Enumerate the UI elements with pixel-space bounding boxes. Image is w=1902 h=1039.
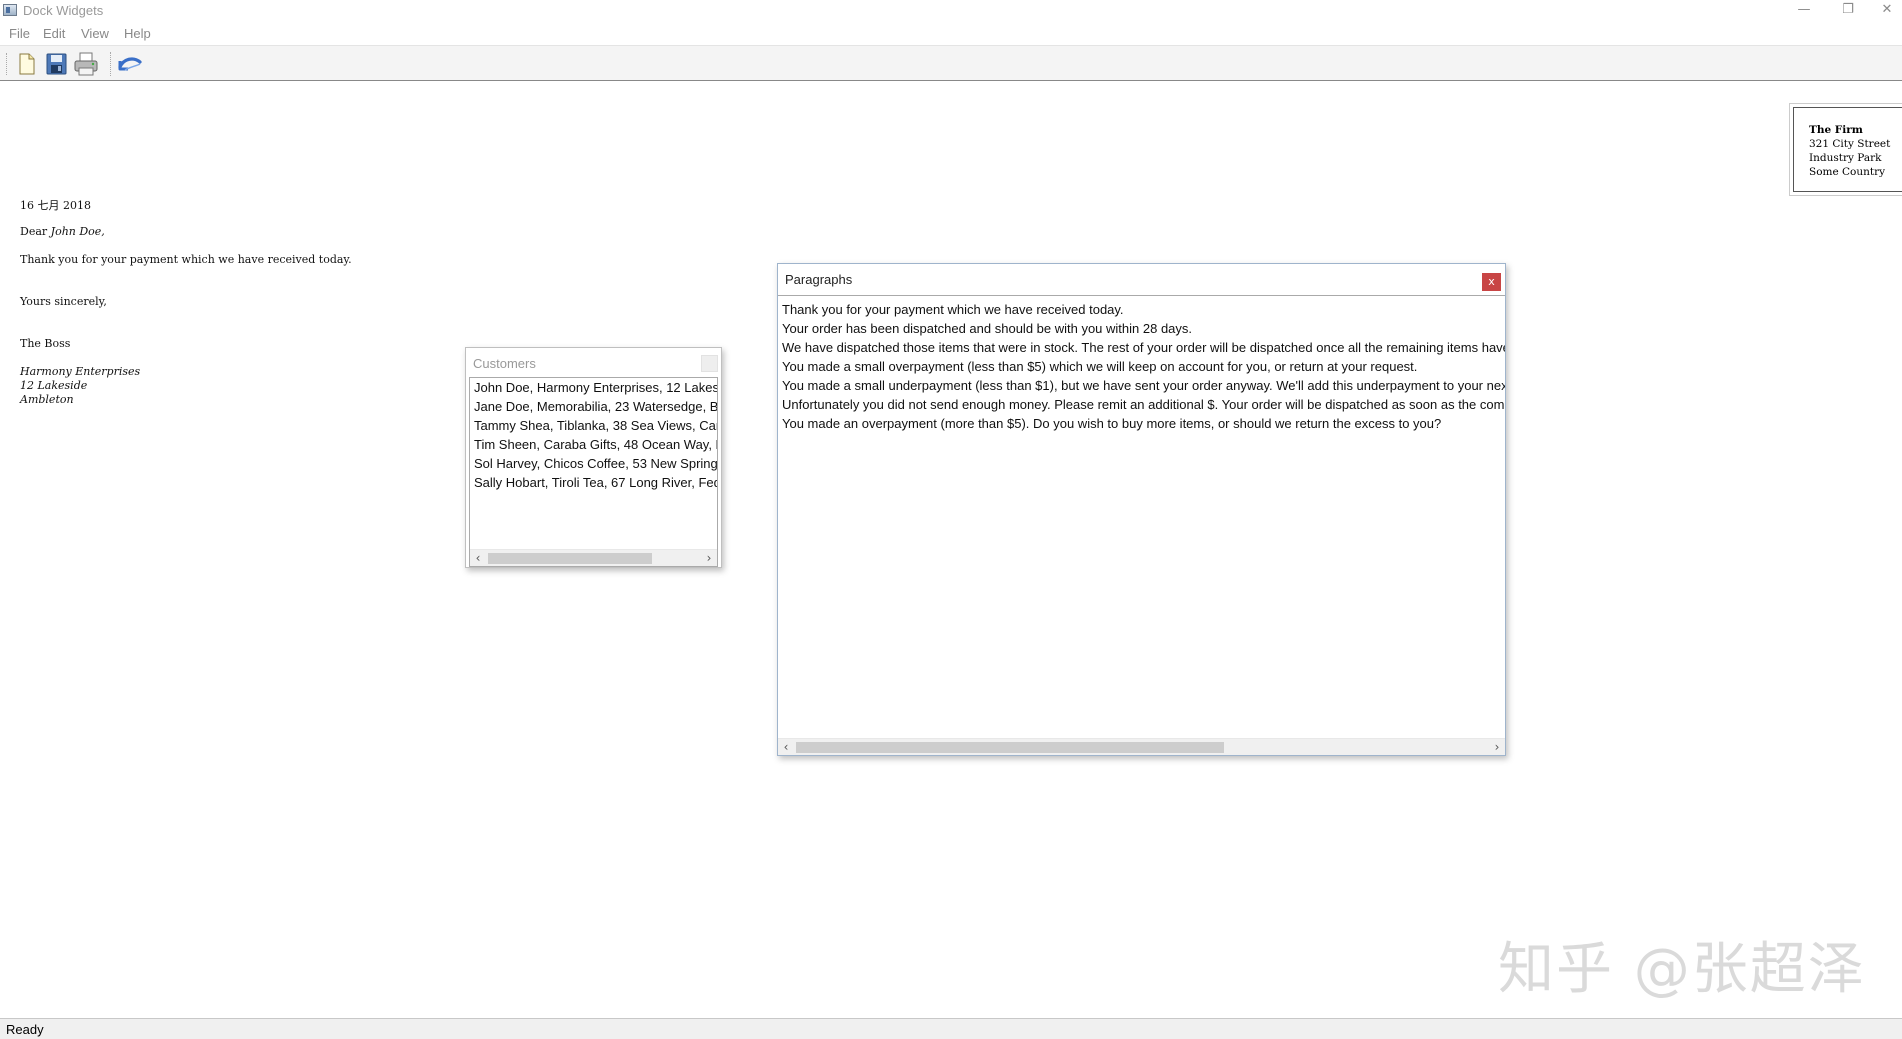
toolbar xyxy=(0,45,1902,81)
customers-dock-title[interactable]: Customers xyxy=(466,348,721,378)
scrollbar-thumb[interactable] xyxy=(796,742,1224,753)
minimize-button[interactable]: — xyxy=(1783,0,1825,22)
status-text: Ready xyxy=(6,1022,44,1037)
close-button[interactable]: ✕ xyxy=(1872,0,1902,22)
window-title: Dock Widgets xyxy=(23,3,104,18)
list-item[interactable]: Thank you for your payment which we have… xyxy=(778,300,1505,319)
scroll-right-icon[interactable]: › xyxy=(1489,739,1505,755)
restore-button[interactable]: ❐ xyxy=(1827,0,1869,22)
list-item[interactable]: Tammy Shea, Tiblanka, 38 Sea Views, Carl… xyxy=(470,416,717,435)
letter-body: Thank you for your payment which we have… xyxy=(20,253,352,266)
list-item[interactable]: Tim Sheen, Caraba Gifts, 48 Ocean Way, D… xyxy=(470,435,717,454)
salutation-prefix: Dear xyxy=(20,225,51,238)
customers-dock[interactable]: Customers John Doe, Harmony Enterprises,… xyxy=(465,347,722,568)
status-bar: Ready xyxy=(0,1018,1902,1039)
list-item[interactable]: You made a small overpayment (less than … xyxy=(778,357,1505,376)
letter-closing: Yours sincerely, xyxy=(20,295,107,308)
paragraphs-dock[interactable]: Paragraphs x Thank you for your payment … xyxy=(777,263,1506,756)
scroll-left-icon[interactable]: ‹ xyxy=(778,739,794,755)
menu-edit[interactable]: Edit xyxy=(43,26,65,41)
paragraphs-dock-title[interactable]: Paragraphs xyxy=(778,264,1505,294)
menu-file[interactable]: File xyxy=(9,26,30,41)
menu-view[interactable]: View xyxy=(81,26,109,41)
list-item[interactable]: Unfortunately you did not send enough mo… xyxy=(778,395,1505,414)
undo-icon[interactable] xyxy=(116,50,144,78)
paragraphs-dock-close-button[interactable]: x xyxy=(1482,273,1501,291)
list-item[interactable]: John Doe, Harmony Enterprises, 12 Lakesi… xyxy=(470,378,717,397)
letter-address-line: Ambleton xyxy=(20,393,74,406)
list-item[interactable]: Jane Doe, Memorabilia, 23 Watersedge, Be… xyxy=(470,397,717,416)
letter-date: 16 七月 2018 xyxy=(20,199,91,212)
list-item[interactable]: Sally Hobart, Tiroli Tea, 67 Long River,… xyxy=(470,473,717,492)
firm-line: 321 City Street xyxy=(1809,138,1891,150)
firm-line: Industry Park xyxy=(1809,152,1882,164)
paragraphs-list[interactable]: Thank you for your payment which we have… xyxy=(778,295,1505,755)
scroll-right-icon[interactable]: › xyxy=(701,550,717,566)
list-item[interactable]: Your order has been dispatched and shoul… xyxy=(778,319,1505,338)
letter-salutation: Dear John Doe, xyxy=(20,225,105,238)
firm-address: The Firm 321 City Street Industry Park S… xyxy=(1793,107,1902,192)
watermark: 知乎 @张超泽 xyxy=(1498,937,1866,1002)
menu-bar: File Edit View Help xyxy=(0,24,1902,44)
toolbar-separator xyxy=(110,52,111,76)
toolbar-grip[interactable] xyxy=(6,53,9,75)
letter-signature: The Boss xyxy=(20,337,71,350)
customers-list[interactable]: John Doe, Harmony Enterprises, 12 Lakesi… xyxy=(469,377,718,567)
list-item[interactable]: We have dispatched those items that were… xyxy=(778,338,1505,357)
letter-address-line: 12 Lakeside xyxy=(20,379,88,392)
list-item[interactable]: You made a small underpayment (less than… xyxy=(778,376,1505,395)
letter-address-line: Harmony Enterprises xyxy=(20,365,141,378)
scroll-left-icon[interactable]: ‹ xyxy=(470,550,486,566)
firm-address-box: The Firm 321 City Street Industry Park S… xyxy=(1789,103,1902,196)
save-icon[interactable] xyxy=(42,50,70,78)
paragraphs-horizontal-scrollbar[interactable]: ‹ › xyxy=(778,738,1505,755)
salutation-name: John Doe, xyxy=(50,225,105,238)
app-icon xyxy=(3,4,17,16)
scrollbar-thumb[interactable] xyxy=(488,553,652,564)
title-bar: Dock Widgets — ❐ ✕ xyxy=(0,0,1902,22)
menu-help[interactable]: Help xyxy=(124,26,151,41)
customers-horizontal-scrollbar[interactable]: ‹ › xyxy=(470,549,717,566)
list-item[interactable]: Sol Harvey, Chicos Coffee, 53 New Spring… xyxy=(470,454,717,473)
new-document-icon[interactable] xyxy=(12,50,40,78)
firm-name: The Firm xyxy=(1809,124,1863,136)
firm-line: Some Country xyxy=(1809,166,1886,178)
customers-dock-close-button[interactable] xyxy=(701,355,718,372)
print-icon[interactable] xyxy=(72,50,100,78)
list-item[interactable]: You made an overpayment (more than $5). … xyxy=(778,414,1505,433)
